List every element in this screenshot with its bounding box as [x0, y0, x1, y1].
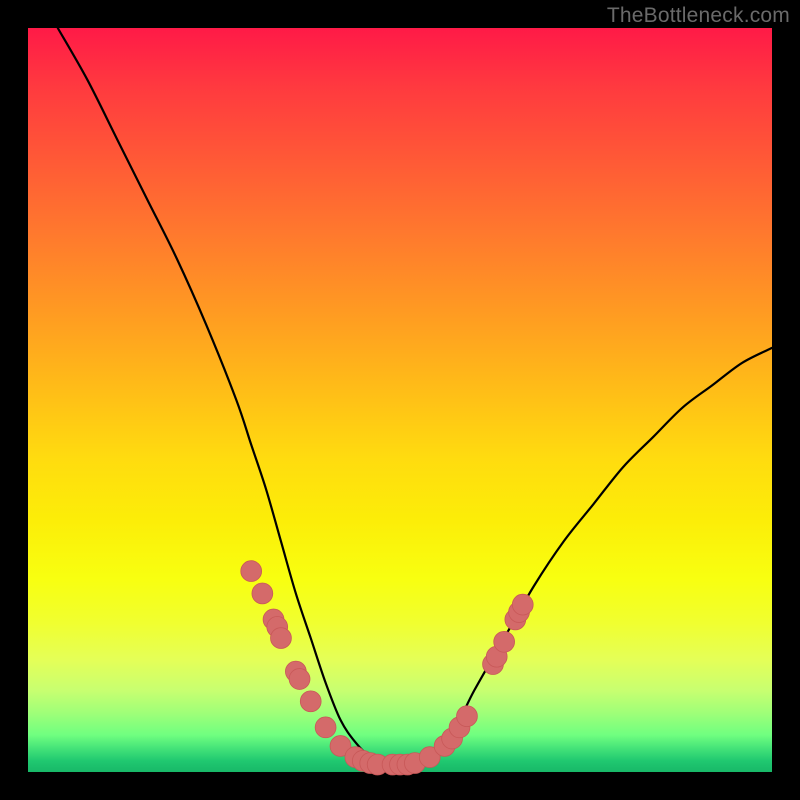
curve-markers	[241, 561, 533, 775]
chart-svg	[28, 28, 772, 772]
chart-frame: TheBottleneck.com	[0, 0, 800, 800]
curve-marker	[494, 631, 515, 652]
curve-marker	[300, 691, 321, 712]
curve-marker	[289, 669, 310, 690]
watermark-text: TheBottleneck.com	[607, 4, 790, 28]
curve-marker	[457, 706, 478, 727]
bottleneck-curve-line	[58, 28, 772, 765]
chart-plot-area	[28, 28, 772, 772]
curve-marker	[512, 594, 533, 615]
curve-marker	[241, 561, 262, 582]
curve-marker	[252, 583, 273, 604]
curve-marker	[315, 717, 336, 738]
curve-marker	[271, 628, 292, 649]
